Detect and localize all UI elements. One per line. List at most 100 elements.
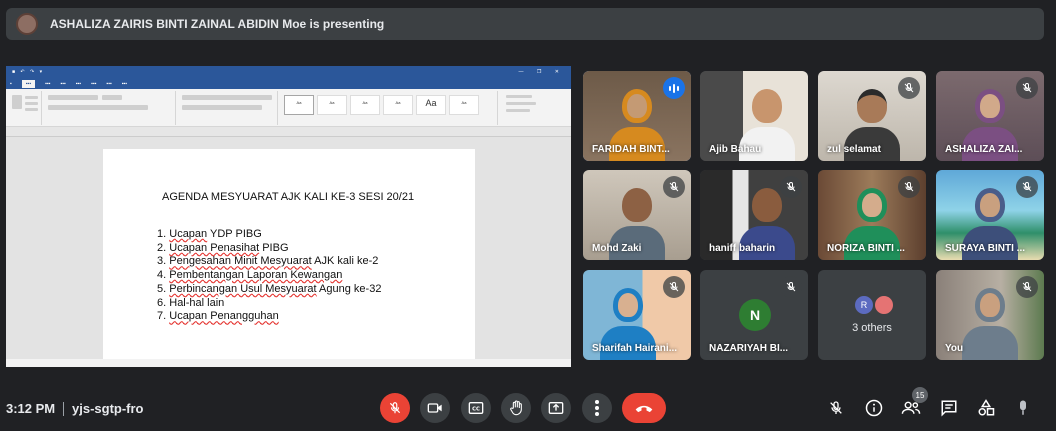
participant-tile-self[interactable]: You (936, 270, 1044, 360)
agenda-item: 7. Ucapan Penangguhan (157, 310, 279, 323)
present-screen-button[interactable] (541, 393, 571, 423)
participant-name: FARIDAH BINT... (592, 144, 670, 155)
word-tab: ▪▪▪ (75, 80, 82, 87)
word-tab: ▪ (10, 80, 12, 87)
participant-tile[interactable]: FARIDAH BINT... (583, 71, 691, 161)
presenting-banner: ASHALIZA ZAIRIS BINTI ZAINAL ABIDIN Moe … (6, 8, 1044, 40)
participant-tile[interactable]: Mohd Zaki (583, 170, 691, 260)
others-avatar-photo (873, 294, 895, 316)
word-document-area: AGENDA MESYUARAT AJK KALI KE-3 SESI 20/2… (6, 137, 571, 367)
participant-name: Sharifah Hairani... (592, 343, 678, 354)
presenting-text: ASHALIZA ZAIRIS BINTI ZAINAL ABIDIN Moe … (50, 17, 385, 31)
word-tab: ▪▪▪ (91, 80, 97, 87)
mic-off-icon (663, 176, 685, 198)
word-tab: ▪▪▪ (60, 80, 66, 87)
more-vert-icon (595, 400, 599, 416)
word-window-controls: — ❐ ✕ (518, 69, 565, 75)
agenda-item: 1. Ucapan YDP PIBG (157, 228, 262, 240)
document-page: AGENDA MESYUARAT AJK KALI KE-3 SESI 20/2… (103, 149, 475, 367)
participant-name: Ajib Bahau (709, 144, 762, 155)
ribbon-group-font (44, 91, 176, 125)
camera-toggle-button[interactable] (420, 393, 450, 423)
hand-icon (510, 400, 522, 416)
camera-icon (427, 403, 442, 413)
style-subtitle: Aa (449, 95, 479, 115)
style-normal: Aa (284, 95, 314, 115)
mic-off-icon (898, 176, 920, 198)
mic-level-button[interactable] (1012, 397, 1034, 419)
mic-off-icon (780, 276, 802, 298)
end-call-icon (635, 405, 653, 413)
others-label: 3 others (852, 322, 892, 334)
mic-off-icon (389, 402, 401, 414)
activities-button[interactable] (975, 397, 997, 419)
chat-button[interactable] (938, 397, 960, 419)
host-controls-button[interactable] (825, 397, 847, 419)
style-no-spacing: Aa (317, 95, 347, 115)
participant-tile[interactable]: NORIZA BINTI ... (818, 170, 926, 260)
style-title: Aa (416, 95, 446, 115)
agenda-item: 4. Pembentangan Laporan Kewangan (157, 269, 343, 282)
document-title: AGENDA MESYUARAT AJK KALI KE-3 SESI 20/2… (162, 191, 415, 203)
ribbon-group-styles: Aa Aa Aa Aa Aa Aa (280, 91, 498, 125)
participant-name: SURAYA BINTI ... (945, 243, 1026, 254)
participant-tile[interactable]: Ajib Bahau (700, 71, 808, 161)
participant-tile[interactable]: haniff baharin (700, 170, 808, 260)
ribbon-group-clipboard (8, 91, 42, 125)
word-ribbon-tabs: ▪ ▪▪▪ ▪▪▪ ▪▪▪ ▪▪▪ ▪▪▪ ▪▪▪ ▪▪▪ (6, 78, 571, 89)
word-status-bar (6, 359, 571, 367)
captions-button[interactable]: CC (461, 393, 491, 423)
word-tab-active: ▪▪▪ (21, 79, 36, 88)
word-tab: ▪▪▪ (121, 80, 128, 87)
chat-icon (941, 400, 957, 417)
word-tab: ▪▪▪ (45, 80, 51, 87)
participant-name: ASHALIZA ZAI... (945, 144, 1023, 155)
participant-name: NAZARIYAH BI... (709, 343, 789, 354)
mic-off-icon (1016, 77, 1038, 99)
participant-count-badge: 15 (912, 387, 928, 403)
style-heading-1: Aa (350, 95, 380, 115)
agenda-item: 5. Perbincangan Usul Mesyuarat Agung ke-… (157, 282, 382, 295)
participant-name: You (945, 343, 964, 354)
raise-hand-button[interactable] (501, 393, 531, 423)
meeting-details-button[interactable] (863, 397, 885, 419)
word-ribbon: Aa Aa Aa Aa Aa Aa (6, 89, 571, 127)
mic-off-icon (780, 176, 802, 198)
participant-name: zul selamat (827, 144, 881, 155)
word-titlebar: ■ ↶ ↷ ▾ — ❐ ✕ (6, 66, 571, 78)
participant-avatar: N (739, 299, 771, 331)
mic-icon (1020, 400, 1026, 415)
agenda-item: 2. Ucapan Penasihat PIBG (157, 241, 289, 254)
mic-off-icon (1016, 176, 1038, 198)
word-ruler (6, 127, 571, 137)
meeting-code: yjs-sgtp-fro (72, 401, 144, 416)
participant-tile[interactable]: Sharifah Hairani... (583, 270, 691, 360)
mic-off-icon (830, 401, 842, 414)
participant-tile[interactable]: N NAZARIYAH BI... (700, 270, 808, 360)
current-time: 3:12 PM (6, 401, 56, 416)
mic-off-icon (1016, 276, 1038, 298)
divider (63, 402, 64, 416)
mic-toggle-button[interactable] (380, 393, 410, 423)
agenda-list: 1. Ucapan YDP PIBG 2. Ucapan Penasihat P… (157, 228, 381, 324)
participant-name: NORIZA BINTI ... (827, 243, 905, 254)
shared-screen: ■ ↶ ↷ ▾ — ❐ ✕ ▪ ▪▪▪ ▪▪▪ ▪▪▪ ▪▪▪ ▪▪▪ ▪▪▪ … (6, 66, 571, 367)
participant-tile[interactable]: zul selamat (818, 71, 926, 161)
captions-icon: CC (468, 402, 484, 414)
leave-call-button[interactable] (622, 393, 666, 423)
more-options-button[interactable] (582, 393, 612, 423)
style-heading-2: Aa (383, 95, 413, 115)
participant-name: haniff baharin (709, 243, 776, 254)
speaking-indicator-icon (663, 77, 685, 99)
word-quick-access: ■ ↶ ↷ ▾ (12, 69, 45, 75)
participant-tile[interactable]: ASHALIZA ZAI... (936, 71, 1044, 161)
mic-off-icon (898, 77, 920, 99)
others-avatar: R (853, 294, 875, 316)
ribbon-group-editing (500, 91, 566, 125)
ribbon-group-paragraph (178, 91, 278, 125)
svg-text:CC: CC (472, 407, 480, 413)
participant-name: Mohd Zaki (592, 243, 642, 254)
others-tile[interactable]: R 3 others (818, 270, 926, 360)
agenda-item: 6. Hal-hal lain (157, 296, 225, 309)
participant-tile[interactable]: SURAYA BINTI ... (936, 170, 1044, 260)
